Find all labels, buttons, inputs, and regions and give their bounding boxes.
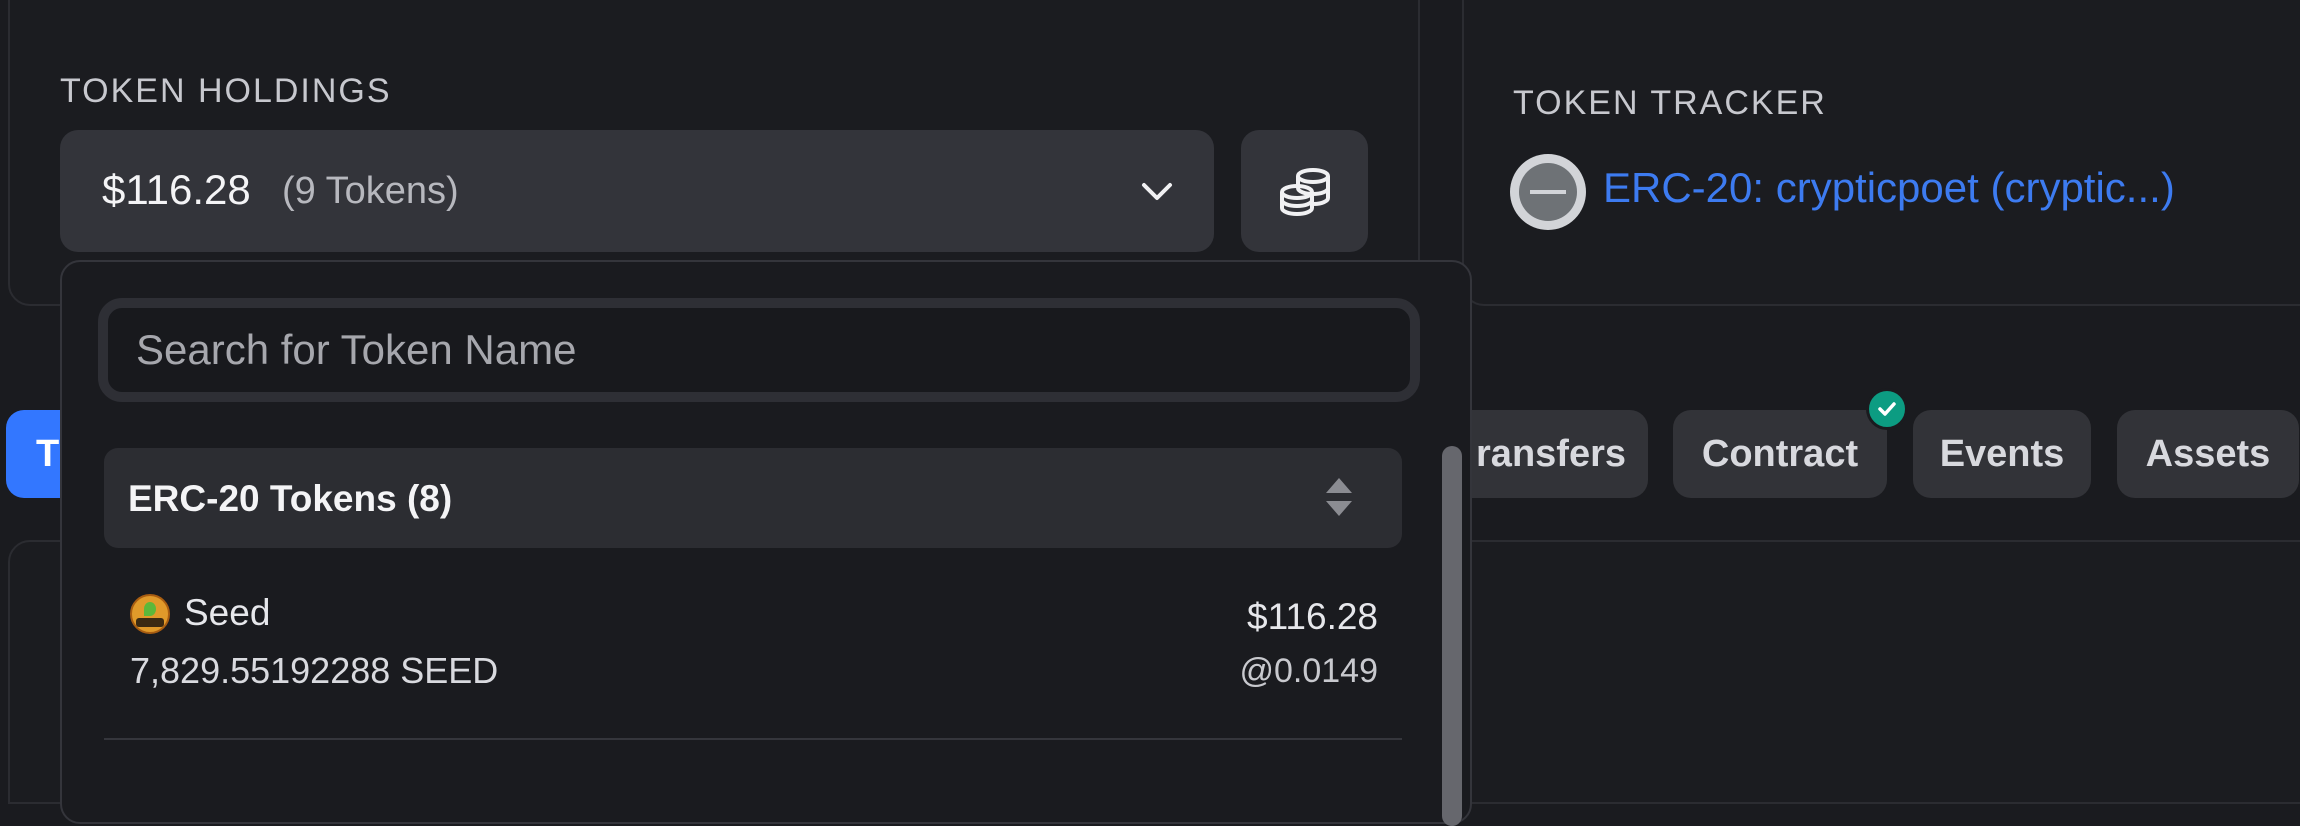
list-divider — [104, 738, 1402, 740]
tab-contract[interactable]: Contract — [1673, 410, 1887, 498]
token-amount: 7,829.55192288 SEED — [130, 650, 499, 691]
holdings-token-count: (9 Tokens) — [282, 170, 459, 212]
token-holdings-select[interactable]: $116.28 (9 Tokens) — [60, 130, 1214, 252]
tab-events[interactable]: Events — [1913, 410, 2091, 498]
multichain-portfolio-button[interactable] — [1241, 130, 1368, 252]
sort-toggle-icon[interactable] — [1324, 474, 1354, 525]
token-list-item[interactable]: Seed 7,829.55192288 SEED $116.28 @0.0149 — [104, 572, 1402, 712]
holdings-value: $116.28 — [102, 166, 251, 213]
token-tracker-link[interactable]: ERC-20: crypticpoet (cryptic...) — [1603, 164, 2175, 212]
token-tracker-label: TOKEN TRACKER — [1513, 84, 1827, 122]
token-name: Seed — [184, 592, 271, 633]
token-logo-icon — [1510, 154, 1586, 230]
more-info-card — [1462, 0, 2300, 306]
token-value: $116.28 — [1247, 596, 1378, 637]
token-holdings-dropdown: ERC-20 Tokens (8) Seed 7,829.55192288 SE… — [60, 260, 1472, 826]
chevron-down-icon — [1140, 174, 1174, 208]
erc20-tokens-group-header[interactable]: ERC-20 Tokens (8) — [104, 448, 1402, 548]
token-holdings-label: TOKEN HOLDINGS — [60, 72, 392, 110]
token-search-input[interactable] — [98, 298, 1420, 402]
erc20-group-title: ERC-20 Tokens (8) — [128, 478, 453, 519]
verified-check-icon — [1866, 388, 1908, 430]
dropdown-scrollbar[interactable] — [1442, 446, 1462, 826]
seed-token-icon — [130, 594, 170, 634]
token-price: @0.0149 — [1239, 652, 1378, 690]
tab-assets[interactable]: Assets — [2117, 410, 2299, 498]
